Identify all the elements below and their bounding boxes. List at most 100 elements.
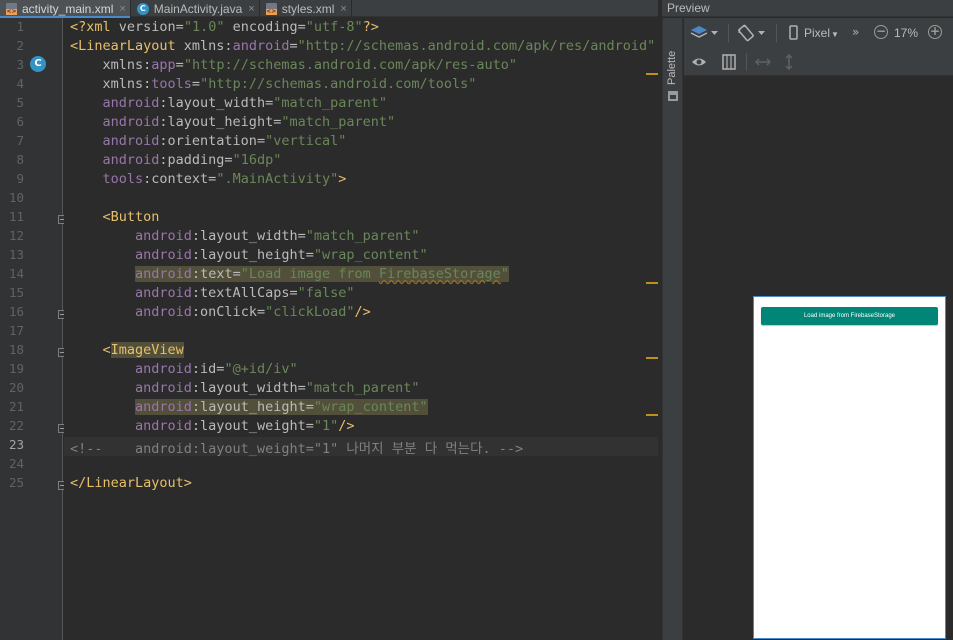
- overflow-icon[interactable]: »: [852, 23, 859, 41]
- line-number: 23: [8, 437, 24, 452]
- code-token: ImageView: [110, 342, 184, 358]
- palette-icon[interactable]: [668, 91, 678, 101]
- code-token: :text=: [191, 266, 241, 282]
- code-line[interactable]: android:id="@+id/iv": [64, 361, 658, 380]
- code-token: android: [70, 361, 192, 377]
- load-image-button[interactable]: Load image from FirebaseStorage: [761, 307, 938, 325]
- code-token: :textAllCaps=: [191, 285, 298, 301]
- code-token: :context=: [143, 171, 217, 187]
- eye-icon[interactable]: [691, 53, 707, 71]
- code-token: />: [338, 418, 355, 434]
- code-token: tools: [151, 76, 192, 92]
- code-token: "Load image from: [240, 266, 379, 282]
- code-line[interactable]: [64, 323, 658, 342]
- line-number-gutter[interactable]: C 1 2 3 4 5 6 7 8 9 10 11 12 13 14 15 16 17 18 19 20 21 22 23 2…: [0, 18, 67, 640]
- code-line[interactable]: </LinearLayout>: [64, 475, 658, 494]
- code-token: :layout_height=: [191, 399, 314, 415]
- tab-label: styles.xml: [281, 1, 335, 16]
- warning-marker[interactable]: [646, 282, 658, 284]
- line-number: 15: [8, 285, 24, 300]
- device-icon[interactable]: [788, 24, 800, 42]
- line-number: 2: [16, 38, 24, 53]
- code-token: "16dp": [232, 152, 282, 168]
- device-selector[interactable]: Pixel▼: [804, 24, 839, 44]
- line-number: 14: [8, 266, 24, 281]
- code-token: xmlns:: [70, 57, 152, 73]
- code-token: :id=: [191, 361, 225, 377]
- warning-marker[interactable]: [646, 73, 658, 75]
- code-token: android: [70, 380, 192, 396]
- close-icon[interactable]: ×: [248, 3, 254, 15]
- device-preview[interactable]: Load image from FirebaseStorage: [753, 296, 946, 639]
- line-number: 12: [8, 228, 24, 243]
- code-token: />: [354, 304, 371, 320]
- code-line[interactable]: android:orientation="vertical": [64, 133, 658, 152]
- tab-main-activity-java[interactable]: C MainActivity.java ×: [131, 0, 260, 17]
- code-token: android: [70, 285, 192, 301]
- code-token: "http://schemas.android.com/tools": [200, 76, 477, 92]
- code-line[interactable]: android:layout_width="match_parent": [64, 228, 658, 247]
- code-line[interactable]: android:layout_height="wrap_content": [64, 247, 658, 266]
- code-token: <: [70, 342, 111, 358]
- line-number: 8: [16, 152, 24, 167]
- code-token: android: [70, 133, 160, 149]
- code-line[interactable]: xmlns:app="http://schemas.android.com/ap…: [64, 57, 658, 76]
- code-line[interactable]: [64, 456, 658, 475]
- code-line[interactable]: android:layout_height="match_parent": [64, 114, 658, 133]
- code-line[interactable]: <!-- android:layout_weight="1" 나머지 부분 다 …: [64, 437, 658, 457]
- code-line[interactable]: <Button: [64, 209, 658, 228]
- warning-marker[interactable]: [646, 357, 658, 359]
- zoom-in-icon[interactable]: +: [928, 25, 942, 39]
- class-gutter-icon[interactable]: C: [30, 56, 46, 72]
- line-number: 11: [8, 209, 24, 224]
- code-line[interactable]: android:textAllCaps="false": [64, 285, 658, 304]
- code-line[interactable]: android:padding="16dp": [64, 152, 658, 171]
- code-line[interactable]: tools:context=".MainActivity">: [64, 171, 658, 190]
- code-line[interactable]: [64, 190, 658, 209]
- code-token: "match_parent": [281, 114, 396, 130]
- line-number: 25: [8, 475, 24, 490]
- close-icon[interactable]: ×: [119, 3, 125, 15]
- code-line[interactable]: android:layout_width="match_parent": [64, 95, 658, 114]
- resize-horizontal-icon[interactable]: [754, 53, 772, 71]
- code-line[interactable]: android:layout_height="wrap_content": [64, 399, 658, 418]
- code-token: "wrap_content": [313, 399, 428, 415]
- zoom-out-icon[interactable]: −: [874, 25, 888, 39]
- editor-error-stripe[interactable]: [646, 18, 658, 640]
- line-number: 13: [8, 247, 24, 262]
- resize-vertical-icon[interactable]: [780, 53, 798, 71]
- palette-tab[interactable]: Palette: [666, 48, 680, 88]
- code-token: =: [175, 57, 184, 73]
- code-line[interactable]: android:layout_weight="1"/>: [64, 418, 658, 437]
- code-token: ": [500, 266, 509, 282]
- code-line[interactable]: android:text="Load image from FirebaseSt…: [64, 266, 658, 285]
- code-line[interactable]: <?xml version="1.0" encoding="utf-8"?>: [64, 19, 658, 38]
- code-token: :layout_weight=: [191, 418, 314, 434]
- rotate-icon[interactable]: [737, 24, 767, 42]
- code-editor[interactable]: <?xml version="1.0" encoding="utf-8"?> <L…: [64, 18, 658, 640]
- layers-icon[interactable]: [690, 24, 720, 42]
- line-number: 7: [16, 133, 24, 148]
- line-number: 22: [8, 418, 24, 433]
- code-token: xmlns:: [183, 38, 233, 54]
- code-token: "vertical": [265, 133, 347, 149]
- tab-activity-main-xml[interactable]: activity_main.xml ×: [0, 0, 131, 18]
- xml-file-icon: [265, 2, 277, 15]
- zoom-level: 17%: [894, 26, 919, 40]
- blueprint-icon[interactable]: [721, 53, 737, 71]
- code-token: android: [70, 95, 160, 111]
- side-tool-strip: Palette: [662, 18, 683, 640]
- warning-marker[interactable]: [646, 414, 658, 416]
- tab-styles-xml[interactable]: styles.xml ×: [260, 0, 352, 17]
- code-line[interactable]: <ImageView: [64, 342, 658, 361]
- toolbar-separator: [776, 24, 777, 42]
- code-line[interactable]: android:layout_width="match_parent": [64, 380, 658, 399]
- xml-file-icon: [6, 2, 17, 15]
- close-icon[interactable]: ×: [340, 3, 346, 15]
- code-line[interactable]: <LinearLayout xmlns:android="http://sche…: [64, 38, 658, 57]
- code-line[interactable]: android:onClick="clickLoad"/>: [64, 304, 658, 323]
- toolbar-separator: [746, 53, 747, 71]
- line-number: 9: [16, 171, 24, 186]
- code-line[interactable]: xmlns:tools="http://schemas.android.com/…: [64, 76, 658, 95]
- code-token: xmlns:: [70, 76, 152, 92]
